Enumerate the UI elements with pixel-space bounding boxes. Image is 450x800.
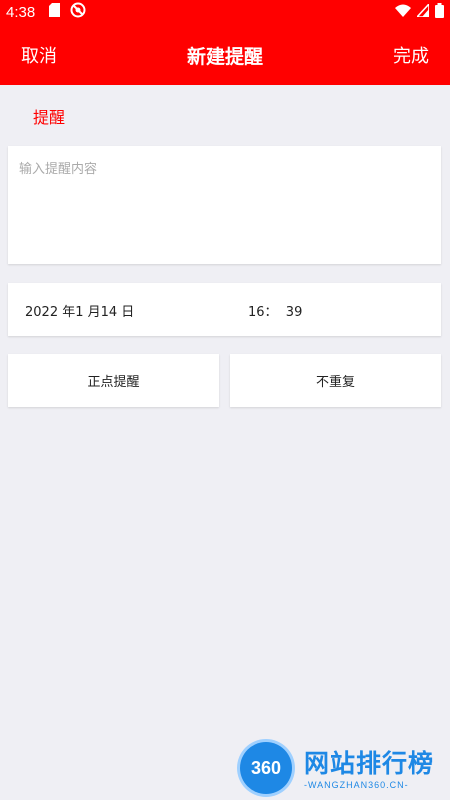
cancel-button[interactable]: 取消 <box>21 42 57 68</box>
section-label-reminder: 提醒 <box>33 108 66 127</box>
battery-icon <box>435 2 444 23</box>
repeat-label: 不重复 <box>315 375 355 390</box>
reminder-content-input[interactable] <box>8 146 441 264</box>
reminder-content-card <box>8 146 441 264</box>
blocked-circle-icon <box>70 2 86 23</box>
status-left-icons <box>49 2 86 23</box>
page-title: 新建提醒 <box>186 45 263 68</box>
watermark-360-icon: 360 <box>240 742 292 794</box>
remind-type-label: 正点提醒 <box>87 375 140 390</box>
app-header: 取消 新建提醒 完成 <box>0 25 450 85</box>
watermark-brand: 网站排行榜 <box>304 749 435 778</box>
status-time: 4:38 <box>6 4 36 21</box>
status-bar: 4:38 <box>0 0 450 25</box>
watermark-url: -WANGZHAN360.CN- <box>304 780 409 790</box>
date-picker[interactable]: 2022 年1 月14 日 <box>25 301 134 320</box>
datetime-row: 2022 年1 月14 日 16： 39 <box>8 283 441 336</box>
sd-card-icon <box>49 3 61 22</box>
watermark-logo: 360 网站排行榜 -WANGZHAN360.CN- <box>238 738 443 796</box>
wifi-icon <box>395 4 411 22</box>
repeat-button[interactable]: 不重复 <box>230 354 441 407</box>
status-right-icons <box>395 1 444 23</box>
signal-icon <box>415 1 430 22</box>
remind-type-button[interactable]: 正点提醒 <box>8 354 219 407</box>
time-picker[interactable]: 16： 39 <box>248 301 302 320</box>
done-button[interactable]: 完成 <box>393 42 429 68</box>
